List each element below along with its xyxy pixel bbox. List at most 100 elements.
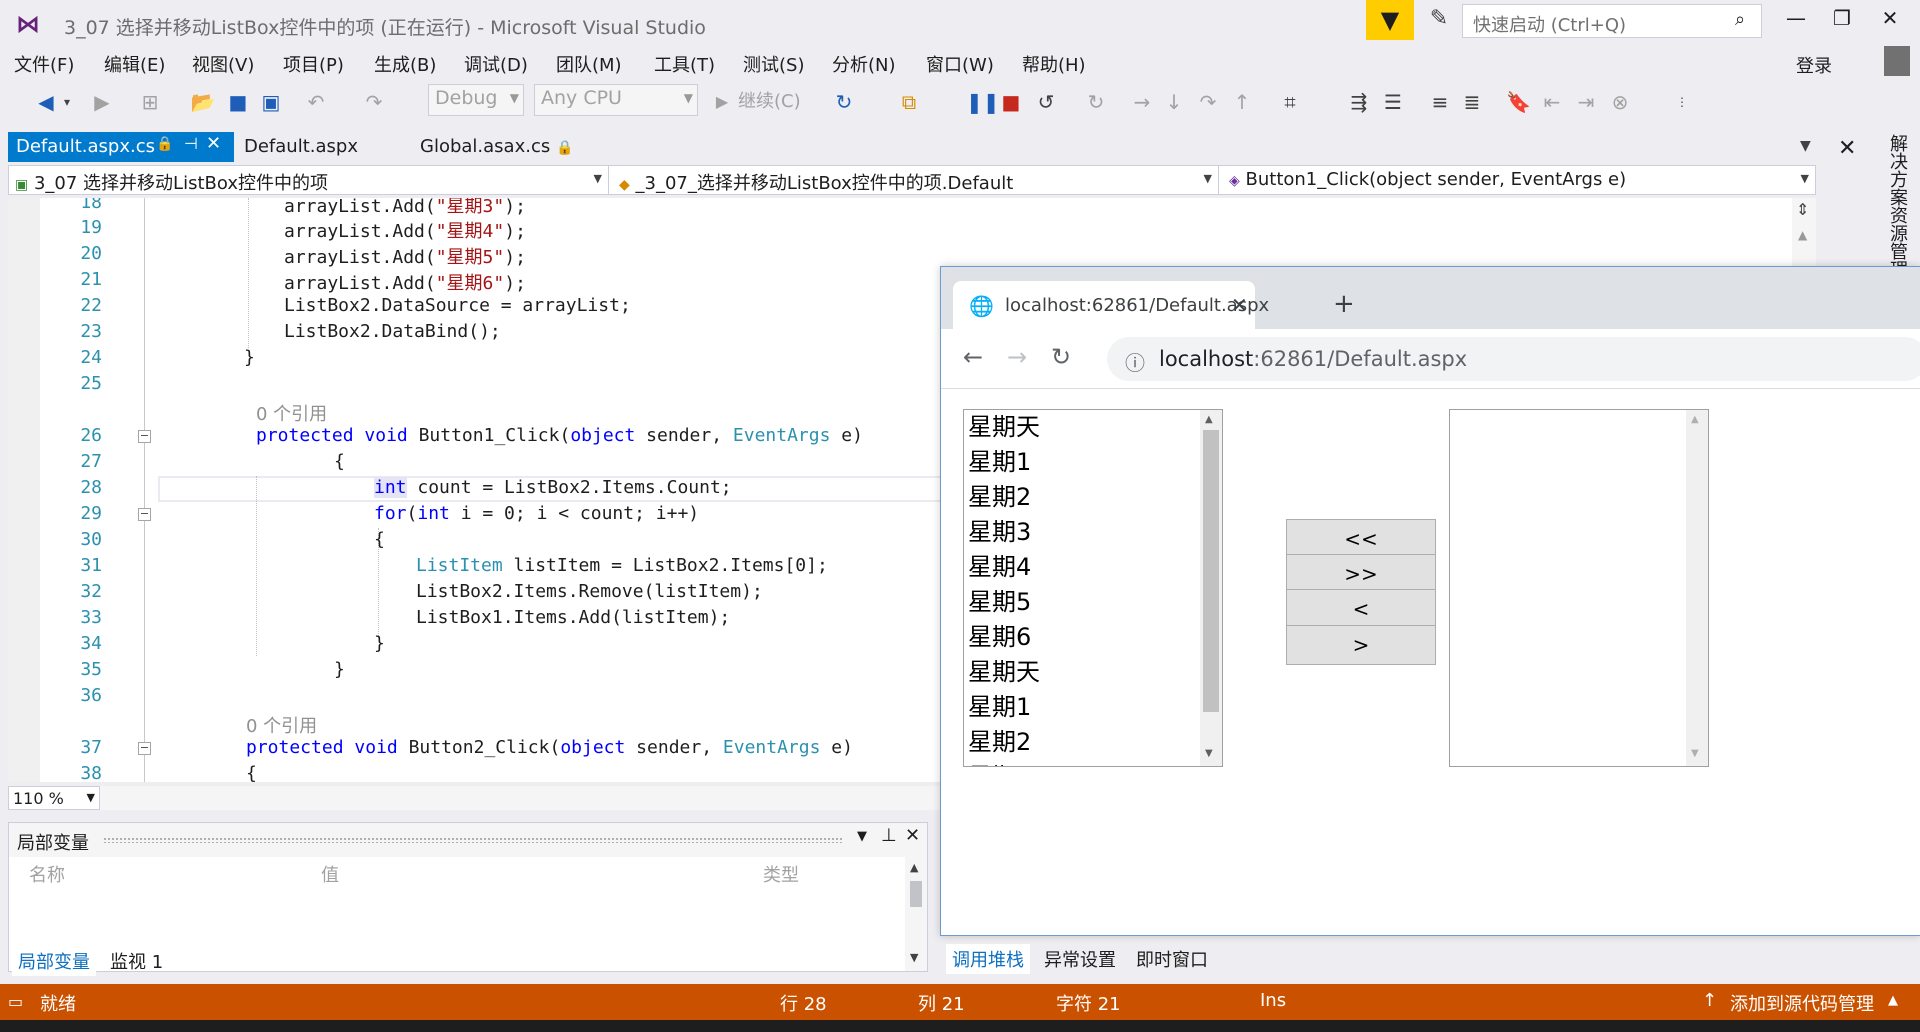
scrollbar-thumb[interactable] (1203, 430, 1219, 712)
info-icon[interactable]: ⓘ (1125, 347, 1145, 376)
next-bookmark-icon[interactable]: ⇥ (1574, 87, 1598, 117)
collapse-toggle-icon[interactable]: − (138, 508, 151, 521)
listbox-2-scrollbar[interactable]: ▲ ▼ (1686, 410, 1708, 766)
scroll-down-icon[interactable]: ▼ (1691, 748, 1699, 759)
listbox-2[interactable]: ▲ ▼ (1449, 409, 1709, 767)
collapse-toggle-icon[interactable]: − (138, 430, 151, 443)
step-out-icon[interactable]: ↑ (1230, 87, 1254, 117)
scroll-up-icon[interactable]: ▲ (1798, 228, 1807, 242)
close-window-button[interactable]: ✕ (1870, 6, 1910, 36)
restore-button[interactable]: ❐ (1822, 6, 1862, 36)
clear-bookmarks-icon[interactable]: ⊗ (1608, 87, 1632, 117)
solution-configuration-select[interactable]: Debug ▼ (428, 84, 524, 116)
pin-icon[interactable]: ⊣ (184, 134, 198, 153)
notifications-filter-icon[interactable]: ▼ (1366, 0, 1414, 40)
uncomment-icon[interactable]: ≣ (1460, 87, 1484, 117)
menu-analyze[interactable]: 分析(N) (832, 51, 896, 77)
close-panel-icon[interactable]: ✕ (905, 825, 920, 846)
listbox-1-item[interactable]: 星期1 (964, 690, 1222, 725)
menu-window[interactable]: 窗口(W) (926, 51, 994, 77)
comment-icon[interactable]: ≡ (1428, 87, 1452, 117)
navigate-back-icon[interactable]: ◀ (34, 87, 58, 117)
move-all-right-button[interactable]: >> (1286, 554, 1436, 594)
browser-tab[interactable]: 🌐 localhost:62861/Default.aspx ✕ (953, 281, 1269, 329)
save-icon[interactable]: ■ (226, 87, 250, 117)
previous-bookmark-icon[interactable]: ⇤ (1540, 87, 1564, 117)
step-over-icon[interactable]: ↷ (1196, 87, 1220, 117)
solution-platform-select[interactable]: Any CPU ▼ (534, 84, 698, 116)
break-all-icon[interactable]: ❚❚ (966, 87, 1000, 117)
column-header-type[interactable]: 类型 (763, 861, 799, 887)
add-to-source-control-button[interactable]: 添加到源代码管理 (1730, 990, 1874, 1016)
listbox-1[interactable]: 星期天星期1星期2星期3星期4星期5星期6星期天星期1星期2星期3星期4星期5 … (963, 409, 1223, 767)
move-right-button[interactable]: > (1286, 625, 1436, 665)
column-header-value[interactable]: 值 (321, 861, 339, 887)
browser-link-icon[interactable]: ⧉ (896, 87, 922, 117)
pin-icon[interactable]: ⊥ (881, 825, 897, 846)
listbox-1-item[interactable]: 星期2 (964, 725, 1222, 760)
menu-team[interactable]: 团队(M) (556, 51, 622, 77)
close-tab-icon[interactable]: ✕ (206, 133, 221, 154)
close-side-panel-icon[interactable]: ✕ (1838, 136, 1856, 161)
tab-watch-1[interactable]: 监视 1 (104, 946, 169, 976)
reference-count-codelens[interactable]: 0 个引用 (246, 712, 317, 738)
undo-icon[interactable]: ↶ (304, 87, 328, 117)
column-header-name[interactable]: 名称 (29, 861, 65, 887)
listbox-1-item[interactable]: 星期天 (964, 655, 1222, 690)
menu-build[interactable]: 生成(B) (374, 51, 436, 77)
indicator-margin[interactable] (8, 198, 40, 782)
menu-test[interactable]: 测试(S) (743, 51, 804, 77)
tab-exception-settings[interactable]: 异常设置 (1038, 944, 1122, 974)
listbox-1-item[interactable]: 星期天 (964, 410, 1222, 445)
tab-overflow-dropdown-icon[interactable]: ▼ (1800, 138, 1811, 154)
open-file-icon[interactable]: 📂 (190, 87, 216, 117)
menu-help[interactable]: 帮助(H) (1022, 51, 1086, 77)
class-dropdown[interactable]: ◆ _3_07_选择并移动ListBox控件中的项.Default ▼ (613, 166, 1219, 194)
listbox-1-item[interactable]: 星期3 (964, 760, 1222, 766)
navigate-forward-icon[interactable]: ▶ (90, 87, 114, 117)
locals-scrollbar[interactable]: ▲ ▼ (905, 857, 927, 971)
show-next-statement-icon[interactable]: → (1130, 87, 1154, 117)
hex-display-icon[interactable]: ⌗ (1278, 87, 1302, 117)
continue-icon[interactable]: ▶ (712, 87, 732, 117)
split-window-icon[interactable]: ⇕ (1796, 200, 1809, 219)
account-avatar-icon[interactable] (1884, 46, 1910, 76)
zoom-level-select[interactable]: 110 % ▼ (8, 786, 100, 810)
quick-launch-input[interactable]: 快速启动 (Ctrl+Q) ⌕ (1462, 4, 1762, 38)
back-arrow-icon[interactable]: ← (963, 343, 983, 371)
minimize-button[interactable]: — (1776, 6, 1816, 36)
forward-arrow-icon[interactable]: → (1007, 343, 1027, 371)
step-into-icon[interactable]: ↓ (1162, 87, 1186, 117)
listbox-1-item[interactable]: 星期2 (964, 480, 1222, 515)
refresh-icon[interactable]: ↻ (832, 87, 856, 117)
scroll-down-icon[interactable]: ▼ (1205, 748, 1213, 759)
member-dropdown[interactable]: ◈ Button1_Click(object sender, EventArgs… (1223, 166, 1815, 194)
save-all-icon[interactable]: ▣ (258, 87, 284, 117)
hot-reload-icon[interactable]: ↻ (1084, 87, 1108, 117)
stop-debugging-icon[interactable]: ■ (1000, 87, 1022, 117)
tab-locals[interactable]: 局部变量 (12, 946, 96, 976)
menu-debug[interactable]: 调试(D) (464, 51, 528, 77)
scroll-down-icon[interactable]: ▼ (910, 951, 918, 964)
collapse-toggle-icon[interactable]: − (138, 742, 151, 755)
reference-count-codelens[interactable]: 0 个引用 (256, 400, 327, 426)
listbox-1-scrollbar[interactable]: ▲ ▼ (1200, 410, 1222, 766)
scroll-up-icon[interactable]: ▲ (1205, 414, 1213, 425)
reload-icon[interactable]: ↻ (1051, 343, 1071, 371)
back-dropdown-icon[interactable]: ▾ (60, 87, 74, 117)
tab-default-aspx[interactable]: Default.aspx (236, 132, 406, 162)
menu-file[interactable]: 文件(F) (14, 51, 74, 77)
toolbar-overflow-icon[interactable]: ⋮ (1674, 87, 1690, 117)
new-tab-button[interactable]: + (1333, 289, 1355, 319)
bookmark-icon[interactable]: 🔖 (1506, 87, 1531, 117)
close-tab-icon[interactable]: ✕ (1231, 293, 1248, 317)
redo-icon[interactable]: ↷ (362, 87, 386, 117)
sign-in-link[interactable]: 登录 (1796, 52, 1832, 78)
new-project-icon[interactable]: ⊞ (138, 87, 162, 117)
listbox-1-item[interactable]: 星期4 (964, 550, 1222, 585)
menu-view[interactable]: 视图(V) (192, 51, 254, 77)
move-all-left-button[interactable]: << (1286, 519, 1436, 559)
scroll-up-icon[interactable]: ▲ (1691, 414, 1699, 425)
panel-grip[interactable] (103, 837, 843, 843)
tab-global-asax-cs[interactable]: Global.asax.cs 🔒 (412, 132, 612, 162)
